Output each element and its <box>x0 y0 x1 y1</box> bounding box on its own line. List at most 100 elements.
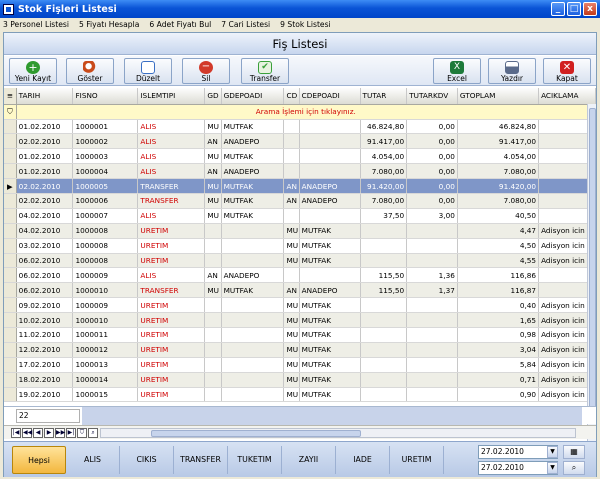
next-page-icon[interactable]: ▶▶ <box>55 428 65 438</box>
vertical-scroll-thumb[interactable] <box>589 108 596 408</box>
table-cell[interactable]: ANADEPO <box>299 193 361 209</box>
table-cell[interactable] <box>406 387 458 403</box>
table-cell[interactable]: ANADEPO <box>221 267 285 284</box>
table-cell[interactable]: 12.02.2010 <box>16 342 74 358</box>
table-cell[interactable]: MU <box>283 238 300 254</box>
table-cell[interactable]: MUTFAK <box>221 119 285 135</box>
table-cell[interactable] <box>360 372 408 388</box>
table-cell[interactable]: MUTFAK <box>221 193 285 209</box>
table-row[interactable]: 18.02.2010 1000014 URETIM MU MUTFAK 0,71 Adisy… <box>4 372 596 388</box>
table-cell[interactable]: 4,55 <box>457 253 540 269</box>
table-cell[interactable]: URETIM <box>137 372 206 388</box>
row-header[interactable] <box>4 238 17 254</box>
table-cell[interactable]: URETIM <box>137 357 206 373</box>
end-date-dropdown-icon[interactable]: ▼ <box>547 462 558 474</box>
table-cell[interactable]: ALIS <box>137 133 206 150</box>
table-cell[interactable]: 0,00 <box>406 178 458 194</box>
table-cell[interactable] <box>221 238 285 254</box>
table-cell[interactable]: 91.420,00 <box>360 178 408 194</box>
excel-button[interactable]: X Excel <box>433 58 481 84</box>
table-cell[interactable]: 37,50 <box>360 208 408 224</box>
edit-button[interactable]: Düzelt <box>124 58 172 84</box>
table-cell[interactable]: MUTFAK <box>299 312 361 328</box>
table-cell[interactable]: MU <box>283 312 300 328</box>
table-cell[interactable]: 0,00 <box>406 193 458 209</box>
table-row[interactable]: 09.02.2010 1000009 URETIM MU MUTFAK 0,40 Adisy… <box>4 297 596 314</box>
row-header[interactable] <box>4 312 17 328</box>
table-cell[interactable]: 04.02.2010 <box>16 208 74 224</box>
table-cell[interactable]: 04.02.2010 <box>16 223 74 239</box>
table-cell[interactable] <box>406 312 458 328</box>
table-cell[interactable]: 115,50 <box>360 267 408 284</box>
table-cell[interactable]: 5,84 <box>457 357 540 373</box>
horizontal-scrollbar[interactable] <box>100 428 576 438</box>
table-cell[interactable] <box>221 253 285 269</box>
table-cell[interactable] <box>283 163 300 180</box>
table-cell[interactable]: 06.02.2010 <box>16 253 74 269</box>
table-cell[interactable] <box>221 387 285 403</box>
table-cell[interactable]: AN <box>204 133 222 150</box>
table-cell[interactable]: ANADEPO <box>221 133 285 150</box>
table-cell[interactable]: MU <box>283 327 300 343</box>
table-cell[interactable]: 02.02.2010 <box>16 178 74 194</box>
table-cell[interactable] <box>221 327 285 343</box>
table-cell[interactable]: MUTFAK <box>299 342 361 358</box>
table-cell[interactable]: URETIM <box>137 312 206 328</box>
table-row[interactable]: 01.02.2010 1000004 ALIS AN ANADEPO 7.080,00 0,… <box>4 163 596 180</box>
table-cell[interactable] <box>221 223 285 239</box>
col-tarih[interactable]: TARIH <box>16 88 74 105</box>
table-cell[interactable] <box>360 342 408 358</box>
table-cell[interactable]: TRANSFER <box>137 282 206 299</box>
show-button[interactable]: Göster <box>66 58 114 84</box>
table-cell[interactable]: 1000003 <box>72 148 139 165</box>
table-cell[interactable]: URETIM <box>137 342 206 358</box>
row-header[interactable] <box>4 387 17 403</box>
table-cell[interactable]: 1000006 <box>72 193 139 209</box>
table-row[interactable]: 06.02.2010 1000009 ALIS AN ANADEPO 115,50 1,36… <box>4 267 596 284</box>
row-header[interactable] <box>4 342 17 358</box>
table-cell[interactable]: 1000011 <box>72 327 139 343</box>
start-date-dropdown-icon[interactable]: ▼ <box>547 446 558 458</box>
table-cell[interactable] <box>360 357 408 373</box>
menu-stok-listesi[interactable]: 9 Stok Listesi <box>277 20 334 29</box>
table-row[interactable]: 02.02.2010 1000002 ALIS AN ANADEPO 91.417,00 0… <box>4 133 596 150</box>
table-cell[interactable]: ANADEPO <box>221 163 285 180</box>
table-cell[interactable]: MU <box>283 253 300 269</box>
table-cell[interactable]: MU <box>204 178 222 194</box>
table-cell[interactable]: ANADEPO <box>299 282 361 299</box>
table-cell[interactable] <box>360 387 408 403</box>
next-record-icon[interactable]: ▶ <box>44 428 54 438</box>
table-cell[interactable]: MU <box>283 387 300 403</box>
table-cell[interactable]: URETIM <box>137 223 206 239</box>
table-cell[interactable]: 91.417,00 <box>360 133 408 150</box>
table-cell[interactable]: 0,00 <box>406 163 458 180</box>
table-cell[interactable]: 0,00 <box>406 119 458 135</box>
table-cell[interactable] <box>360 312 408 328</box>
row-header[interactable] <box>4 148 17 165</box>
minimize-button[interactable]: _ <box>551 2 565 16</box>
table-cell[interactable] <box>360 297 408 314</box>
table-row[interactable]: 02.02.2010 1000006 TRANSFER MU MUTFAK AN ANADE… <box>4 193 596 209</box>
table-cell[interactable]: MU <box>283 372 300 388</box>
tab-transfer[interactable]: TRANSFER <box>174 446 228 474</box>
table-cell[interactable]: 40,50 <box>457 208 540 224</box>
menu-adet-fiyati-bul[interactable]: 6 Adet Fiyatı Bul <box>146 20 214 29</box>
table-cell[interactable]: 1000015 <box>72 387 139 403</box>
transfer-button[interactable]: ✔ Transfer <box>241 58 289 84</box>
date-search-icon[interactable]: ⌕ <box>563 461 585 475</box>
table-cell[interactable]: MUTFAK <box>299 223 361 239</box>
maximize-button[interactable]: □ <box>567 2 581 16</box>
table-cell[interactable]: 01.02.2010 <box>16 119 74 135</box>
table-row[interactable]: 19.02.2010 1000015 URETIM MU MUTFAK 0,90 Adisy… <box>4 387 596 403</box>
table-row[interactable]: ▶ 02.02.2010 1000005 TRANSFER MU MUTFAK AN ANAD… <box>4 178 596 194</box>
table-cell[interactable] <box>406 223 458 239</box>
table-cell[interactable] <box>406 297 458 314</box>
table-cell[interactable]: URETIM <box>137 253 206 269</box>
table-cell[interactable]: MU <box>283 357 300 373</box>
table-cell[interactable]: MU <box>204 119 222 135</box>
table-cell[interactable]: 0,90 <box>457 387 540 403</box>
table-cell[interactable]: AN <box>204 163 222 180</box>
table-cell[interactable]: 02.02.2010 <box>16 133 74 150</box>
table-cell[interactable]: 4,50 <box>457 238 540 254</box>
col-gdepoadi[interactable]: GDEPOADI <box>221 88 285 105</box>
